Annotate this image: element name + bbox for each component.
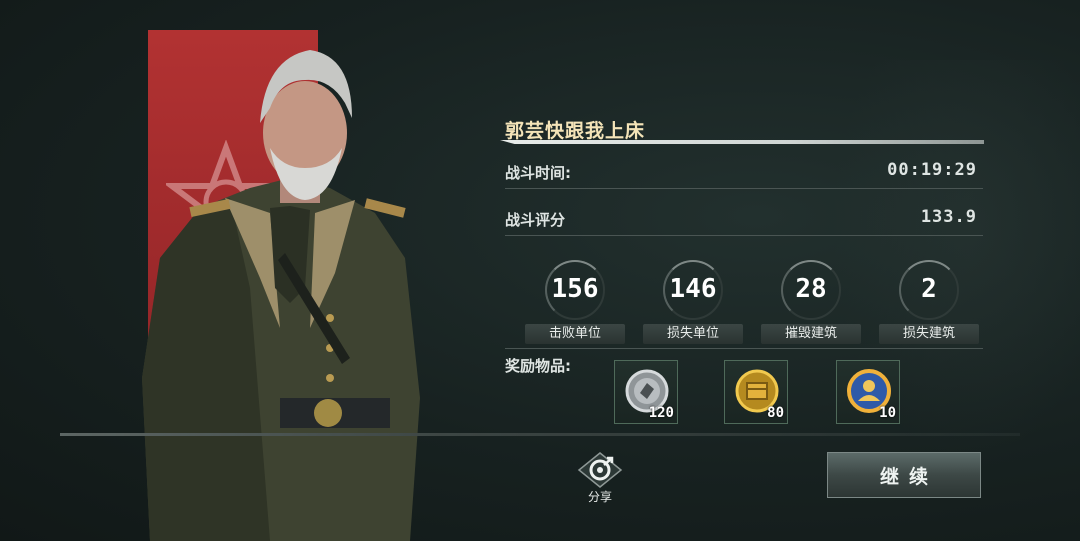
counter-buildings-destroyed: 28 摧毁建筑 <box>756 260 866 344</box>
continue-button[interactable]: 继续 <box>827 452 981 498</box>
battle-score-row: 战斗评分 133.9 <box>505 205 983 236</box>
counter-buildings-lost: 2 损失建筑 <box>874 260 984 344</box>
player-name: 郭芸快跟我上床 <box>505 120 646 142</box>
reward-item-gold-crate[interactable]: 80 <box>724 360 788 424</box>
rewards-divider <box>505 348 983 349</box>
battle-score-label: 战斗评分 <box>505 211 566 229</box>
battle-counters: 156 击败单位 146 损失单位 28 摧毁建筑 2 损失建筑 <box>520 260 980 344</box>
counter-value: 28 <box>795 274 827 304</box>
counter-value: 146 <box>669 274 717 304</box>
counter-units-lost: 146 损失单位 <box>638 260 748 344</box>
counter-label: 损失单位 <box>643 324 743 344</box>
counter-units-defeated: 156 击败单位 <box>520 260 630 344</box>
reward-item-officer-medal[interactable]: 10 <box>836 360 900 424</box>
counter-label: 击败单位 <box>525 324 625 344</box>
battle-score-value: 133.9 <box>920 207 977 227</box>
reward-count: 10 <box>879 405 896 421</box>
share-label: 分享 <box>587 490 612 504</box>
commander-figure <box>142 50 420 541</box>
counter-label: 损失建筑 <box>879 324 979 344</box>
share-button[interactable]: 分享 <box>577 452 623 508</box>
reward-count: 120 <box>648 405 674 421</box>
counter-value: 2 <box>921 274 937 304</box>
reward-count: 80 <box>767 405 784 421</box>
divider-line <box>60 433 1020 436</box>
battle-time-value: 00:19:29 <box>887 160 977 180</box>
counter-label: 摧毁建筑 <box>761 324 861 344</box>
counter-value: 156 <box>551 274 599 304</box>
rewards-label: 奖励物品: <box>505 357 571 375</box>
continue-label: 继续 <box>879 465 938 488</box>
name-underline <box>500 140 984 144</box>
battle-time-row: 战斗时间: 00:19:29 <box>505 158 983 189</box>
commander-portrait <box>120 28 450 541</box>
battle-time-label: 战斗时间: <box>505 164 571 182</box>
share-icon <box>577 452 623 488</box>
reward-item-silver-coin[interactable]: 120 <box>614 360 678 424</box>
